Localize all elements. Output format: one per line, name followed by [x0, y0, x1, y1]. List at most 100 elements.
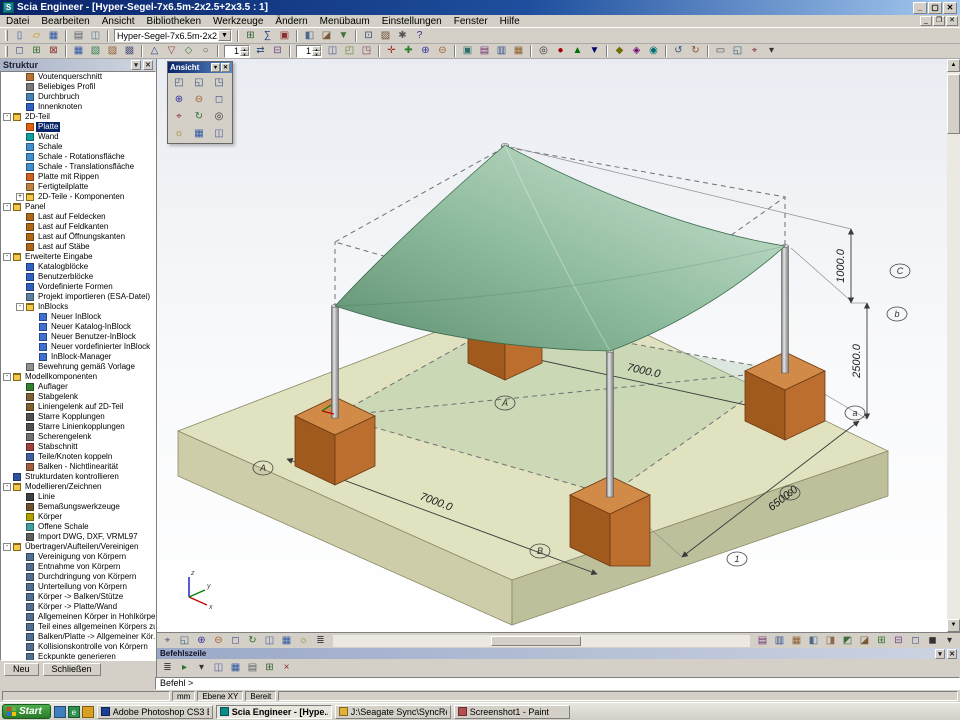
zoom-plus-icon[interactable]: ⊕ — [193, 634, 210, 648]
tree-item[interactable]: Neuer vordefinierter InBlock — [1, 342, 155, 352]
tree-item[interactable]: Last auf Öffnungskanten — [1, 232, 155, 242]
toolbar-icon[interactable]: ◈ — [628, 44, 645, 58]
tree-item[interactable]: Körper — [1, 512, 155, 522]
selection-stepper[interactable]: 1▲▼ — [224, 45, 250, 58]
tree-item[interactable]: Platte — [1, 122, 155, 132]
tree-item[interactable]: Körper -> Platte/Wand — [1, 602, 155, 612]
zoom-all-icon[interactable]: ⊡ — [360, 29, 377, 43]
half2-icon[interactable]: ◨ — [822, 634, 839, 648]
tree-expander[interactable]: - — [3, 373, 11, 381]
filter-icon[interactable]: ▼ — [335, 29, 352, 43]
toolbar-icon[interactable]: ▣ — [459, 44, 476, 58]
menu-item[interactable]: Werkzeuge — [207, 15, 269, 28]
light-icon[interactable]: ☼ — [169, 125, 189, 142]
toolbar-icon[interactable]: ↺ — [670, 44, 687, 58]
menu-item[interactable]: Ändern — [269, 15, 313, 28]
layers-icon[interactable]: ◧ — [301, 29, 318, 43]
cmd-run-icon[interactable]: ▸ — [176, 661, 193, 675]
taskbar-task[interactable]: Adobe Photoshop CS3 E... — [97, 705, 213, 719]
tree-item[interactable]: Teile/Knoten koppeln — [1, 452, 155, 462]
palette-dock-icon[interactable]: ▾ — [211, 63, 220, 72]
ansicht-palette-header[interactable]: Ansicht ▾ ✕ — [168, 62, 232, 73]
tree-item[interactable]: Entnahme von Körpern — [1, 562, 155, 572]
toolbar-icon[interactable]: ⊟ — [269, 44, 286, 58]
toolbar-icon[interactable]: ▧ — [87, 44, 104, 58]
project-combobox[interactable]: Hyper-Segel-7x6.5m-2x2... ▼ — [114, 29, 232, 42]
box-icon[interactable]: ◻ — [907, 634, 924, 648]
tree-item[interactable]: Wand — [1, 132, 155, 142]
cmd-dock-icon[interactable]: ▾ — [935, 649, 945, 659]
menu-item[interactable]: Ansicht — [96, 15, 141, 28]
tree-item[interactable]: -Modellkomponenten — [1, 372, 155, 382]
print-preview-icon[interactable]: ◫ — [87, 29, 104, 43]
tree-item[interactable]: Durchbruch — [1, 92, 155, 102]
tree-expander[interactable]: - — [16, 303, 24, 311]
wireframe-icon[interactable]: ▦ — [189, 125, 209, 142]
menu-item[interactable]: Bearbeiten — [35, 15, 95, 28]
toolbar-icon[interactable]: ⊖ — [434, 44, 451, 58]
taskbar-task[interactable]: J:\Seagate Sync\SyncRe... — [335, 705, 451, 719]
scrollbar-thumb[interactable] — [491, 636, 581, 646]
rotate-icon[interactable]: ↻ — [244, 634, 261, 648]
layer3-icon[interactable]: ▦ — [788, 634, 805, 648]
toolbar-icon[interactable]: ✛ — [383, 44, 400, 58]
tree-item[interactable]: Platte mit Rippen — [1, 172, 155, 182]
tree-item[interactable]: Neuer Benutzer-InBlock — [1, 332, 155, 342]
tree-item[interactable]: Katalogblöcke — [1, 262, 155, 272]
layer-stepper[interactable]: 1▲▼ — [296, 45, 322, 58]
tree-item[interactable]: Vordefinierte Formen — [1, 282, 155, 292]
quicklaunch-desktop-icon[interactable] — [54, 706, 66, 718]
tree-item[interactable]: InBlock-Manager — [1, 352, 155, 362]
tree-item[interactable]: Projekt importieren (ESA-Datei) — [1, 292, 155, 302]
corner2-icon[interactable]: ◪ — [856, 634, 873, 648]
cmd-window-icon[interactable]: ◫ — [210, 661, 227, 675]
tree-item[interactable]: Liniengelenk auf 2D-Teil — [1, 402, 155, 412]
tree-item[interactable]: Last auf Stäbe — [1, 242, 155, 252]
cmd-clear-icon[interactable]: × — [278, 661, 295, 675]
stepper-down-icon[interactable]: ▼ — [312, 51, 321, 56]
tree-item[interactable]: Starre Linienkopplungen — [1, 422, 155, 432]
toolbar-icon[interactable]: ⌖ — [746, 44, 763, 58]
tree-item[interactable]: Fertigteilplatte — [1, 182, 155, 192]
cmd-close-icon[interactable]: ✕ — [947, 649, 957, 659]
tree-item[interactable]: Neuer Katalog-InBlock — [1, 322, 155, 332]
cmd-add-icon[interactable]: ⊞ — [261, 661, 278, 675]
tree-item[interactable]: Neuer InBlock — [1, 312, 155, 322]
snap-icon[interactable]: ⌖ — [159, 634, 176, 648]
tree-item[interactable]: Stabschnitt — [1, 442, 155, 452]
tree-expander[interactable]: - — [3, 113, 11, 121]
toolbar-icon[interactable]: ▥ — [493, 44, 510, 58]
toolbar-icon[interactable]: ⊠ — [45, 44, 62, 58]
quicklaunch-folder-icon[interactable] — [82, 706, 94, 718]
toolbar-icon[interactable]: ▭ — [712, 44, 729, 58]
start-button[interactable]: Start — [2, 704, 51, 719]
tree-item[interactable]: Last auf Feldkanten — [1, 222, 155, 232]
tree-item[interactable]: -InBlocks — [1, 302, 155, 312]
post-left[interactable] — [332, 306, 339, 418]
list-icon[interactable]: ≣ — [312, 634, 329, 648]
tree-item[interactable]: Voutenquerschnitt — [1, 72, 155, 82]
tree-item[interactable]: Beliebiges Profil — [1, 82, 155, 92]
tree-item[interactable]: Strukturdaten kontrollieren — [1, 472, 155, 482]
mdi-close-button[interactable]: ✕ — [946, 16, 958, 26]
post-front[interactable] — [607, 351, 614, 497]
grid-icon[interactable]: ▦ — [278, 634, 295, 648]
new-icon[interactable]: ▯ — [11, 29, 28, 43]
zoom-rect-icon[interactable]: ◻ — [227, 634, 244, 648]
tree-item[interactable]: +2D-Teile - Komponenten — [1, 192, 155, 202]
views-icon[interactable]: ◫ — [261, 634, 278, 648]
perspective-icon[interactable]: ◎ — [209, 108, 229, 125]
tree-item[interactable]: -Panel — [1, 202, 155, 212]
toolbar-icon[interactable]: ⇄ — [252, 44, 269, 58]
minus-box-icon[interactable]: ⊟ — [890, 634, 907, 648]
scrollbar-thumb[interactable] — [947, 74, 960, 134]
tree-item[interactable]: Teil eines allgemeinen Körpers zu — [1, 622, 155, 632]
tree-expander[interactable]: - — [3, 253, 11, 261]
quicklaunch-browser-icon[interactable]: e — [68, 706, 80, 718]
tree-item[interactable]: Bewehrung gemäß Vorlage — [1, 362, 155, 372]
tree-item[interactable]: Bemaßungswerkzeuge — [1, 502, 155, 512]
tree-item[interactable]: Import DWG, DXF, VRML97 — [1, 532, 155, 542]
toolbar-icon[interactable]: ◱ — [729, 44, 746, 58]
minimize-button[interactable]: _ — [913, 2, 927, 14]
plus-box-icon[interactable]: ⊞ — [873, 634, 890, 648]
